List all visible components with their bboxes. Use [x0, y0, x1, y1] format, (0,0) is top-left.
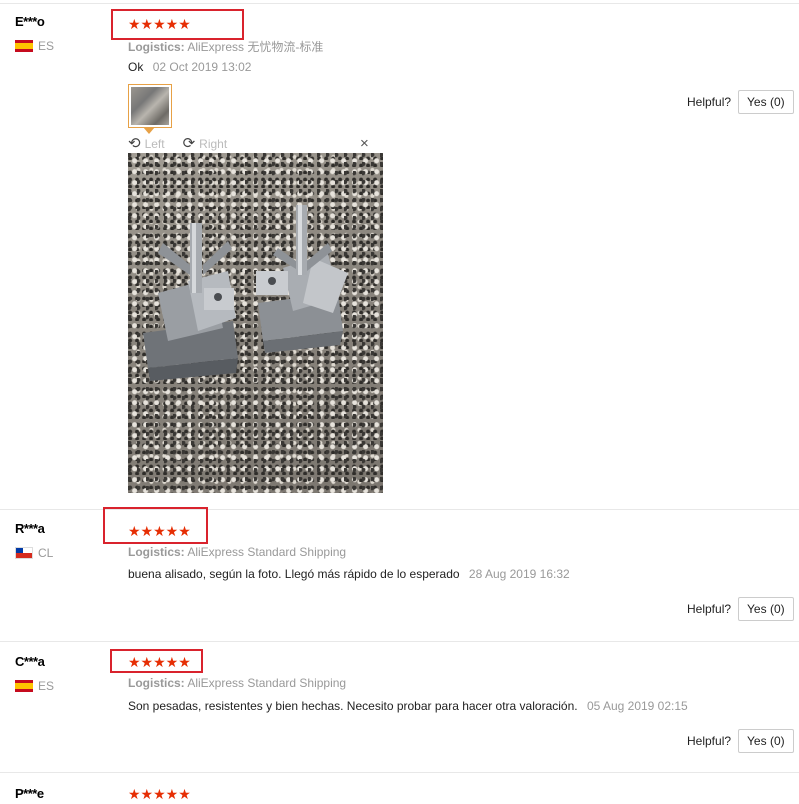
helpful-yes-button[interactable]: Yes (0) [738, 90, 794, 114]
review-photo-large [128, 153, 383, 493]
star-icons: ★★★★★ [128, 16, 191, 32]
review-date: 05 Aug 2019 02:15 [586, 699, 688, 713]
logistics-value: AliExpress 无忧物流-标准 [187, 40, 324, 54]
review-comment: buena alisado, según la foto. Llegó más … [128, 567, 570, 581]
logistics-value: AliExpress Standard Shipping [187, 545, 347, 559]
rotate-left-label[interactable]: Left [145, 137, 165, 151]
logistics-info: Logistics: AliExpress Standard Shipping [128, 676, 346, 690]
logistics-info: Logistics: AliExpress Standard Shipping [128, 545, 346, 559]
star-icons: ★★★★★ [128, 786, 191, 802]
rotate-left-icon[interactable]: ⟲ [128, 136, 141, 151]
review-divider [0, 772, 799, 773]
comment-text: Son pesadas, resistentes y bien hechas. … [128, 699, 578, 713]
reviewer-name: P***e [15, 786, 44, 801]
reviewer-country: ES [15, 39, 54, 53]
thumbnail-pointer [143, 127, 155, 134]
comment-text: Ok [128, 60, 144, 74]
country-code: ES [38, 679, 55, 693]
review-date: 02 Oct 2019 13:02 [152, 60, 252, 74]
reviewer-name: R***a [15, 521, 45, 536]
helpful-yes-button[interactable]: Yes (0) [738, 729, 794, 753]
logistics-value: AliExpress Standard Shipping [187, 676, 347, 690]
review-comment: Ok 02 Oct 2019 13:02 [128, 60, 251, 74]
logistics-label: Logistics: [128, 40, 185, 54]
reviewer-name: E***o [15, 14, 45, 29]
star-rating: ★★★★★ [128, 524, 191, 538]
star-rating: ★★★★★ [128, 787, 191, 801]
chile-flag-icon [15, 547, 33, 559]
review-divider [0, 641, 799, 642]
helpful-label: Helpful? [687, 95, 732, 109]
helpful-section: Helpful? Yes (0) [687, 729, 794, 753]
reviewer-country: ES [15, 679, 54, 693]
review-date: 28 Aug 2019 16:32 [468, 567, 570, 581]
rotate-right-label[interactable]: Right [199, 137, 227, 151]
star-rating: ★★★★★ [128, 655, 191, 669]
helpful-section: Helpful? Yes (0) [687, 90, 794, 114]
top-divider [0, 3, 799, 4]
close-icon[interactable]: × [360, 136, 369, 151]
star-icons: ★★★★★ [128, 654, 191, 670]
logistics-label: Logistics: [128, 545, 185, 559]
review-photo-thumbnail[interactable] [128, 84, 172, 128]
country-code: ES [38, 39, 55, 53]
comment-text: buena alisado, según la foto. Llegó más … [128, 567, 460, 581]
country-code: CL [38, 546, 54, 560]
spain-flag-icon [15, 40, 33, 52]
thumbnail-image [131, 87, 169, 125]
rotate-right-icon[interactable]: ⟳ [183, 136, 196, 151]
hinge-clamps-illustration [143, 205, 348, 381]
star-rating: ★★★★★ [128, 17, 191, 31]
spain-flag-icon [15, 680, 33, 692]
helpful-label: Helpful? [687, 734, 732, 748]
helpful-label: Helpful? [687, 602, 732, 616]
helpful-yes-button[interactable]: Yes (0) [738, 597, 794, 621]
logistics-info: Logistics: AliExpress 无忧物流-标准 [128, 38, 323, 55]
star-icons: ★★★★★ [128, 523, 191, 539]
photo-viewer-toolbar: ⟲ Left ⟳ Right [128, 134, 383, 153]
helpful-section: Helpful? Yes (0) [687, 597, 794, 621]
review-comment: Son pesadas, resistentes y bien hechas. … [128, 699, 688, 713]
reviewer-name: C***a [15, 654, 45, 669]
reviewer-country: CL [15, 546, 53, 560]
logistics-label: Logistics: [128, 676, 185, 690]
